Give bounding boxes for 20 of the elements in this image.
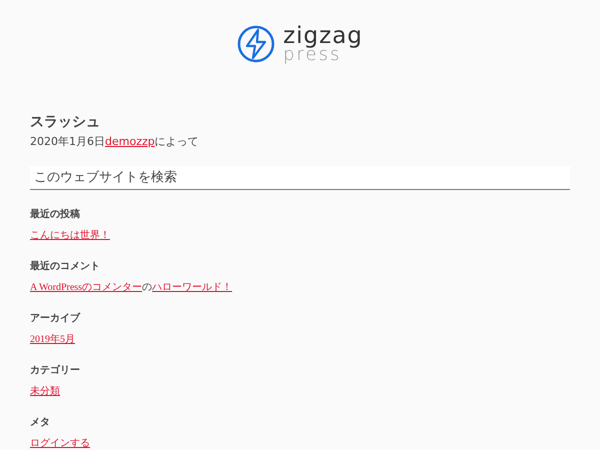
post-title: スラッシュ bbox=[30, 114, 101, 130]
widget-link[interactable]: こんにちは世界！ bbox=[30, 230, 110, 241]
widget-link[interactable]: ハローワールド！ bbox=[152, 282, 232, 293]
search-field[interactable]: このウェブサイトを検索 bbox=[30, 166, 570, 190]
widget-link[interactable]: 未分類 bbox=[30, 386, 60, 397]
widget-title: 最近の投稿 bbox=[30, 209, 81, 221]
byline-text: によって bbox=[154, 135, 199, 148]
widget-text: の bbox=[142, 282, 152, 293]
widget-title: カテゴリー bbox=[30, 365, 81, 377]
widget-link[interactable]: A WordPressのコメンター bbox=[30, 282, 142, 293]
post-date: 2020年1月6日 bbox=[30, 135, 105, 148]
widget-title: メタ bbox=[30, 417, 51, 429]
author-link[interactable]: demozzp bbox=[105, 135, 155, 148]
logo-tagline: press bbox=[283, 47, 342, 63]
widget-link[interactable]: 2019年5月 bbox=[30, 334, 75, 345]
logo-name: zigzag bbox=[283, 25, 363, 47]
widget-title: 最近のコメント bbox=[30, 261, 101, 273]
widget-link[interactable]: ログインする bbox=[30, 438, 90, 449]
lightning-circle-icon bbox=[237, 25, 276, 63]
widget-title: アーカイブ bbox=[30, 313, 82, 325]
